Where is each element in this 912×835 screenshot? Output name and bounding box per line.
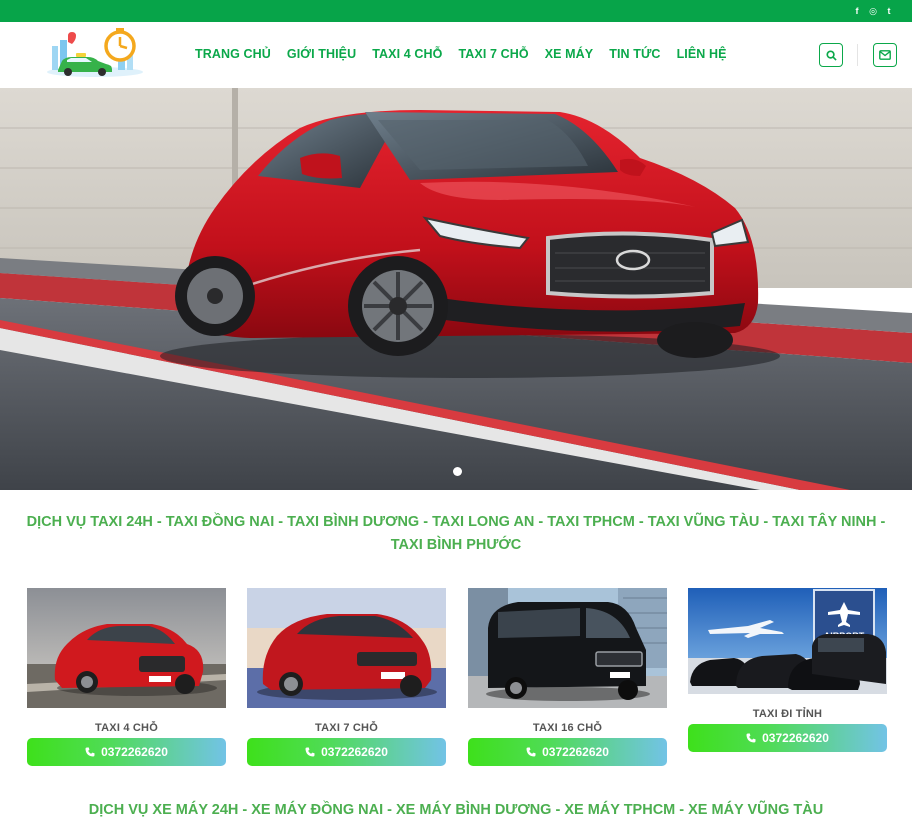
phone-number: 0372262620 <box>542 745 609 759</box>
phone-number: 0372262620 <box>321 745 388 759</box>
call-button-taxi-province[interactable]: 0372262620 <box>688 724 887 752</box>
search-icon <box>825 49 837 61</box>
nav-taxi-7[interactable]: TAXI 7 CHỖ <box>458 47 528 61</box>
phone-number: 0372262620 <box>101 745 168 759</box>
social-links: f ◎ t <box>852 5 894 17</box>
call-button-taxi-16[interactable]: 0372262620 <box>468 738 667 766</box>
phone-icon <box>305 747 315 757</box>
phone-icon <box>746 733 756 743</box>
card-image-taxi-7 <box>247 588 446 708</box>
card-title-taxi-16: TAXI 16 CHỖ <box>532 722 603 734</box>
top-bar: f ◎ t <box>0 0 912 22</box>
nav-motorbike[interactable]: XE MÁY <box>545 47 594 61</box>
card-image-taxi-4 <box>27 588 226 708</box>
card-taxi-4[interactable]: TAXI 4 CHỖ 0372262620 <box>27 588 226 766</box>
site-logo[interactable] <box>40 28 150 80</box>
main-nav: TRANG CHỦ GIỚI THIỆU TAXI 4 CHỖ TAXI 7 C… <box>195 47 727 61</box>
card-title-taxi-province: TAXI ĐI TỈNH <box>752 708 823 720</box>
card-taxi-16[interactable]: TAXI 16 CHỖ 0372262620 <box>468 588 667 766</box>
card-title-taxi-4: TAXI 4 CHỖ <box>95 722 158 734</box>
nav-taxi-4[interactable]: TAXI 4 CHỖ <box>372 47 442 61</box>
twitter-icon[interactable]: t <box>884 5 894 17</box>
call-button-taxi-4[interactable]: 0372262620 <box>27 738 226 766</box>
slider-dot-1[interactable] <box>453 467 462 476</box>
call-button-taxi-7[interactable]: 0372262620 <box>247 738 446 766</box>
header-divider <box>857 44 858 66</box>
hero-slider[interactable] <box>0 88 912 490</box>
card-taxi-province[interactable]: AIRPORT TAXI ĐI TỈNH 0372262620 <box>688 588 887 752</box>
card-image-taxi-province: AIRPORT <box>688 588 887 694</box>
site-header: TRANG CHỦ GIỚI THIỆU TAXI 4 CHỖ TAXI 7 C… <box>0 22 912 88</box>
card-title-taxi-7: TAXI 7 CHỖ <box>315 722 378 734</box>
email-button[interactable] <box>873 43 897 67</box>
card-taxi-7[interactable]: TAXI 7 CHỖ 0372262620 <box>247 588 446 766</box>
envelope-icon <box>879 50 891 60</box>
hero-car-image <box>0 88 912 490</box>
facebook-icon[interactable]: f <box>852 5 862 17</box>
nav-about[interactable]: GIỚI THIỆU <box>287 47 356 61</box>
nav-news[interactable]: TIN TỨC <box>609 47 660 61</box>
phone-icon <box>85 747 95 757</box>
phone-icon <box>526 747 536 757</box>
nav-contact[interactable]: LIÊN HỆ <box>677 47 727 61</box>
nav-home[interactable]: TRANG CHỦ <box>195 47 271 61</box>
motorbike-services-heading: DỊCH VỤ XE MÁY 24H - XE MÁY ĐỒNG NAI - X… <box>88 802 824 818</box>
instagram-icon[interactable]: ◎ <box>868 5 878 17</box>
taxi-services-heading: DỊCH VỤ TAXI 24H - TAXI ĐỒNG NAI - TAXI … <box>26 514 886 553</box>
search-button[interactable] <box>819 43 843 67</box>
card-image-taxi-16 <box>468 588 667 708</box>
phone-number: 0372262620 <box>762 731 829 745</box>
